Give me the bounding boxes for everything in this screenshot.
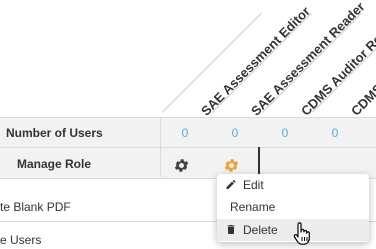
- role-permission-grid: SAE Assessment Editor SAE Assessment Rea…: [0, 0, 376, 249]
- menu-item-rename[interactable]: Rename: [217, 196, 369, 218]
- menu-item-label: Edit: [243, 178, 264, 192]
- user-count[interactable]: 0: [275, 126, 295, 140]
- row-divider: [0, 117, 376, 118]
- menu-item-label: Rename: [230, 200, 276, 214]
- column-resize-handle[interactable]: [258, 147, 260, 177]
- trash-icon: [225, 223, 237, 236]
- user-count[interactable]: 0: [175, 126, 195, 140]
- row-divider: [0, 147, 376, 148]
- permission-row-label: e Users: [0, 233, 42, 247]
- gear-icon-active[interactable]: [223, 157, 240, 174]
- hand-pointer-icon: [292, 222, 312, 246]
- number-of-users-label: Number of Users: [6, 126, 103, 140]
- pencil-icon: [225, 178, 237, 191]
- permission-row-label: te Blank PDF: [0, 200, 71, 214]
- column-divider-vertical: [160, 117, 161, 177]
- menu-item-edit[interactable]: Edit: [217, 174, 369, 196]
- menu-item-label: Delete: [243, 223, 278, 237]
- user-count[interactable]: 0: [225, 126, 245, 140]
- gear-icon[interactable]: [173, 157, 190, 174]
- manage-role-label: Manage Role: [17, 157, 92, 171]
- user-count[interactable]: 0: [325, 126, 345, 140]
- column-header-cdms[interactable]: CDMS C: [348, 72, 376, 119]
